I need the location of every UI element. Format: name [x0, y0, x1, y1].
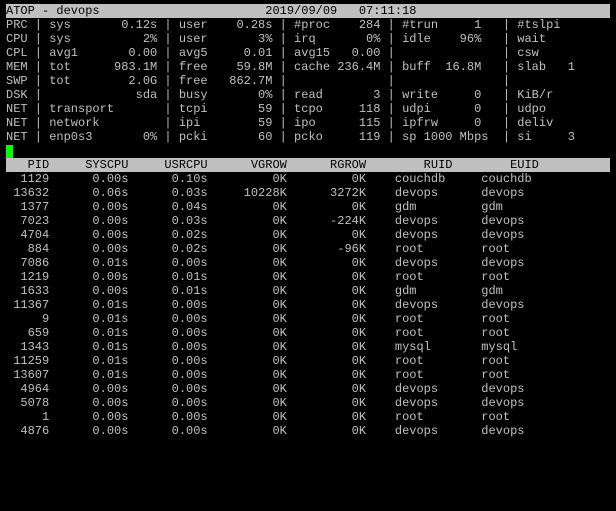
sys-row: MEM | tot 983.1M | free 59.8M | cache 23…	[6, 60, 610, 74]
process-row: 1219 0.00s 0.01s 0K 0K root root	[6, 270, 610, 284]
process-row: 7023 0.00s 0.03s 0K -224K devops devops	[6, 214, 610, 228]
process-row: 1343 0.01s 0.00s 0K 0K mysql mysql	[6, 340, 610, 354]
process-row: 13607 0.01s 0.00s 0K 0K root root	[6, 368, 610, 382]
process-row: 659 0.01s 0.00s 0K 0K root root	[6, 326, 610, 340]
process-row: 1377 0.00s 0.04s 0K 0K gdm gdm	[6, 200, 610, 214]
sys-row: PRC | sys 0.12s | user 0.28s | #proc 284…	[6, 18, 610, 32]
process-row: 1129 0.00s 0.10s 0K 0K couchdb couchdb	[6, 172, 610, 186]
cursor	[6, 145, 13, 158]
sys-row: CPL | avg1 0.00 | avg5 0.01 | avg15 0.00…	[6, 46, 610, 60]
cursor-line	[6, 144, 610, 158]
process-row: 7086 0.01s 0.00s 0K 0K devops devops	[6, 256, 610, 270]
process-row: 13632 0.06s 0.03s 10228K 3272K devops de…	[6, 186, 610, 200]
process-row: 4876 0.00s 0.00s 0K 0K devops devops	[6, 424, 610, 438]
process-row: 11259 0.01s 0.00s 0K 0K root root	[6, 354, 610, 368]
sys-row: NET | transport | tcpi 59 | tcpo 118 | u…	[6, 102, 610, 116]
col-text: PID SYSCPU USRCPU VGROW RGROW RUID EUID	[6, 158, 561, 172]
title-left: ATOP - devops 2019/09/09 07:11:18	[6, 4, 416, 18]
sys-row: DSK | sda | busy 0% | read 3 | write 0 |…	[6, 88, 610, 102]
sys-row: CPU | sys 2% | user 3% | irq 0% | idle 9…	[6, 32, 610, 46]
process-columns-header: PID SYSCPU USRCPU VGROW RGROW RUID EUID	[6, 158, 610, 172]
system-stats: PRC | sys 0.12s | user 0.28s | #proc 284…	[6, 18, 610, 144]
process-row: 1 0.00s 0.00s 0K 0K root root	[6, 410, 610, 424]
sys-row: NET | network | ipi 59 | ipo 115 | ipfrw…	[6, 116, 610, 130]
process-row: 11367 0.01s 0.00s 0K 0K devops devops	[6, 298, 610, 312]
process-list: 1129 0.00s 0.10s 0K 0K couchdb couchdb 1…	[6, 172, 610, 438]
atop-screen: ATOP - devops 2019/09/09 07:11:18 PRC | …	[0, 0, 616, 438]
title-bar: ATOP - devops 2019/09/09 07:11:18	[6, 4, 610, 18]
sys-row: NET | enp0s3 0% | pcki 60 | pcko 119 | s…	[6, 130, 610, 144]
process-row: 884 0.00s 0.02s 0K -96K root root	[6, 242, 610, 256]
process-row: 9 0.01s 0.00s 0K 0K root root	[6, 312, 610, 326]
process-row: 4704 0.00s 0.02s 0K 0K devops devops	[6, 228, 610, 242]
process-row: 5078 0.00s 0.00s 0K 0K devops devops	[6, 396, 610, 410]
sys-row: SWP | tot 2.0G | free 862.7M | | |	[6, 74, 610, 88]
process-row: 4964 0.00s 0.00s 0K 0K devops devops	[6, 382, 610, 396]
process-row: 1633 0.00s 0.01s 0K 0K gdm gdm	[6, 284, 610, 298]
